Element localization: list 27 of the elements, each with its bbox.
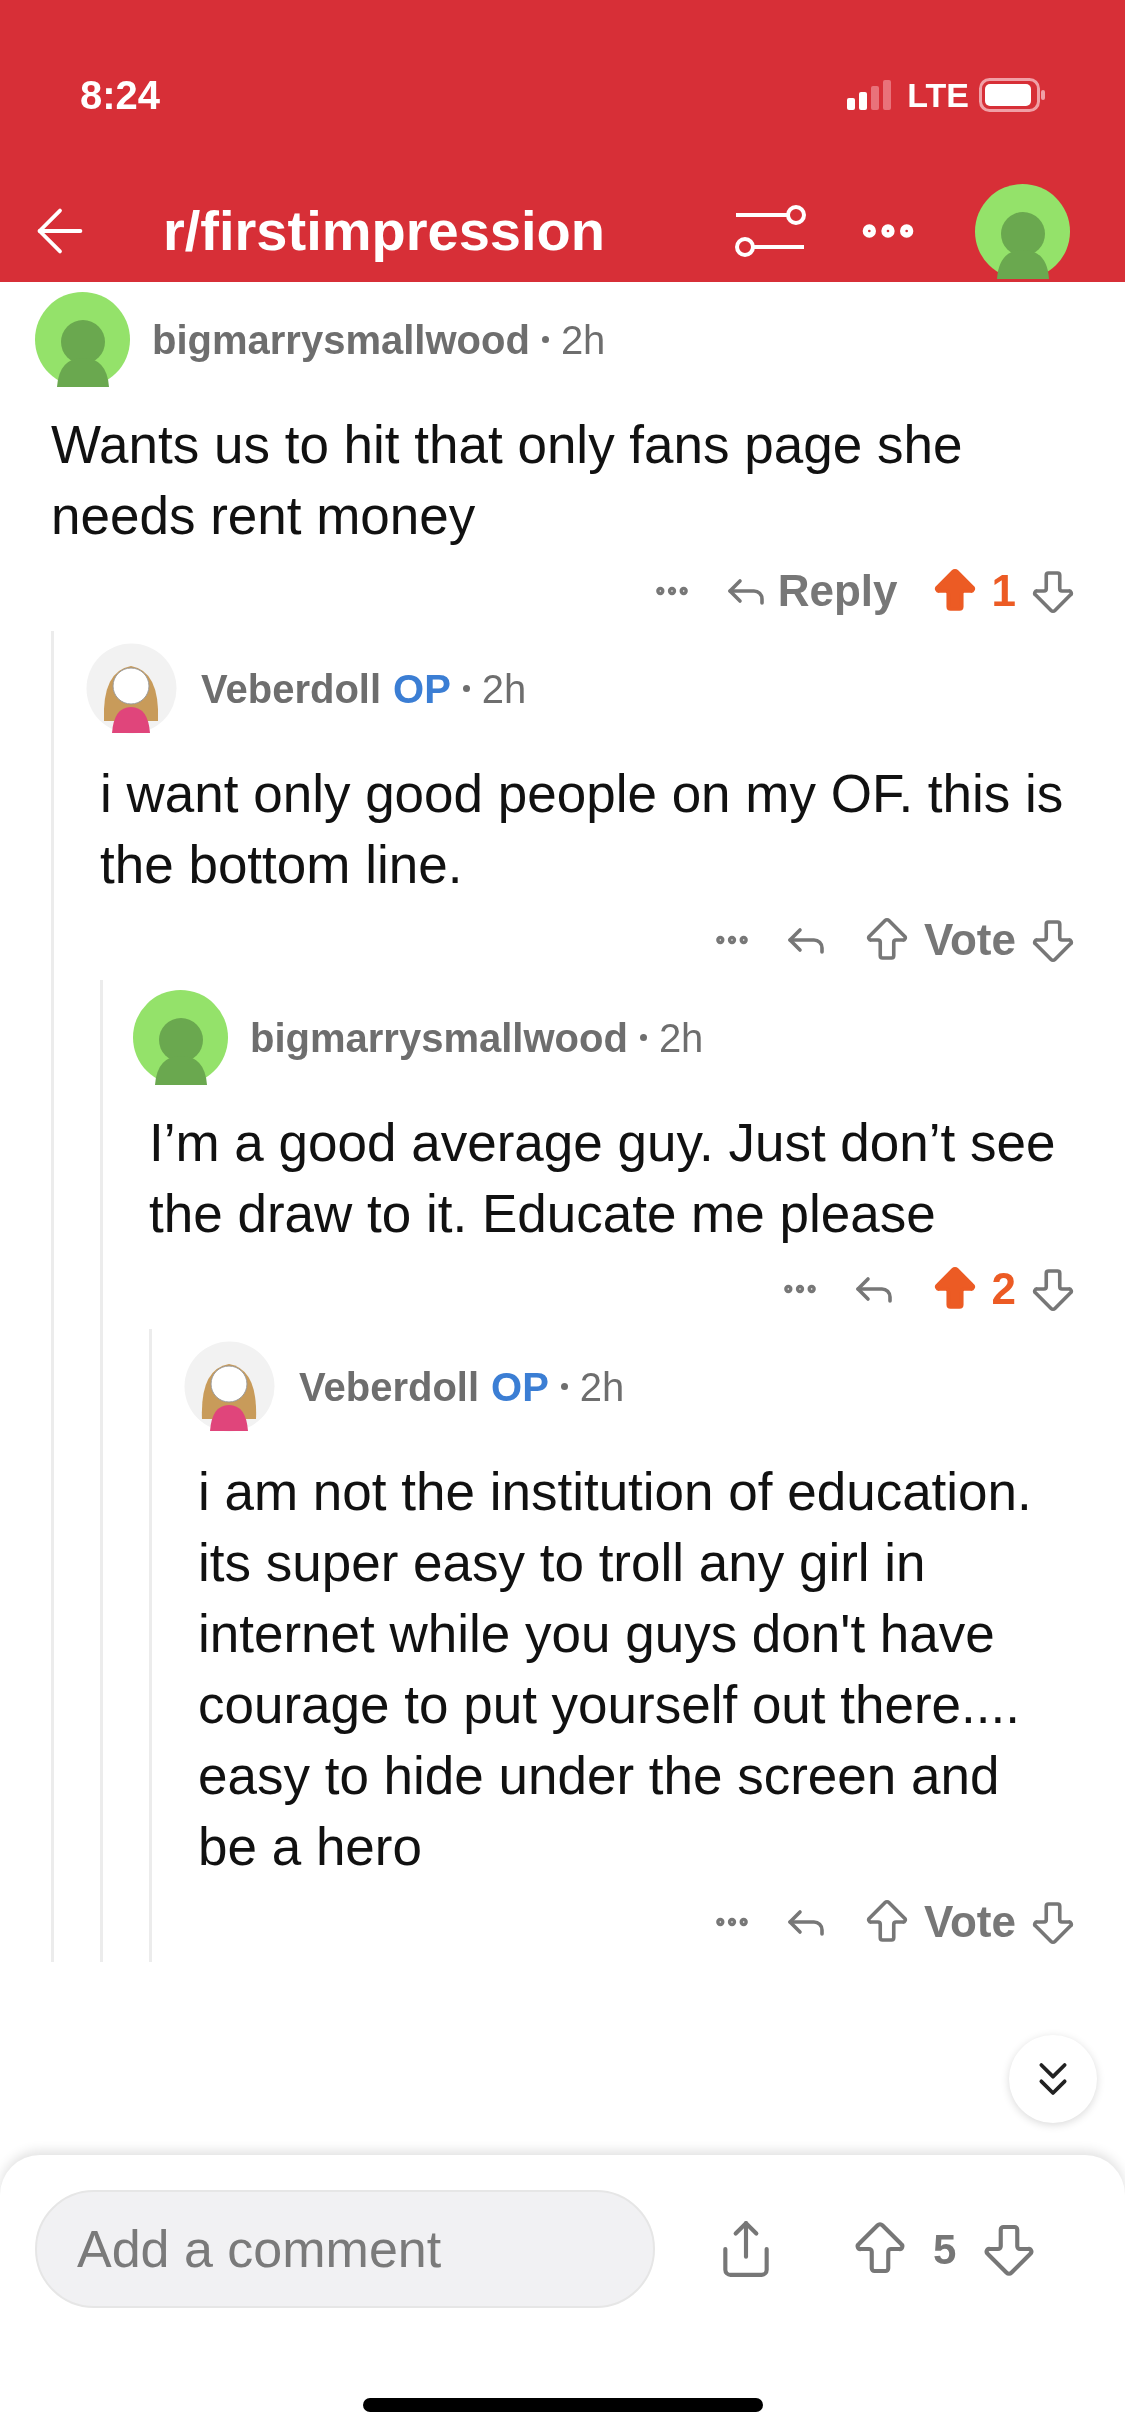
- username[interactable]: bigmarrysmallwood: [250, 1007, 628, 1068]
- avatar-icon: [975, 183, 1070, 279]
- comment-field[interactable]: Add a comment: [35, 2190, 655, 2308]
- comment-time: 2h: [560, 316, 606, 364]
- comment-text: Wants us to hit that only fans page she needs rent money: [50, 414, 964, 547]
- vote-score: Vote: [923, 914, 1016, 966]
- battery-icon: [979, 78, 1045, 112]
- vote-score: Vote: [923, 1896, 1016, 1948]
- op-label: OP: [393, 665, 451, 713]
- status-time: 8:24: [80, 72, 161, 119]
- subreddit-title: r/firstimpression: [163, 198, 605, 264]
- username[interactable]: bigmarrysmallwood: [152, 309, 530, 370]
- scroll-down-button[interactable]: [1009, 2035, 1097, 2123]
- comment-time: 2h: [481, 665, 527, 713]
- username[interactable]: Veberdoll: [299, 1356, 480, 1417]
- op-label: OP: [491, 1363, 549, 1411]
- reply-button[interactable]: Reply: [721, 558, 898, 624]
- post-score: 5: [933, 2224, 957, 2275]
- vote-score: 1: [991, 565, 1016, 617]
- comment-text: I’m a good average guy. Just don’t see the draw to it. Educate me please: [148, 1112, 1057, 1245]
- username[interactable]: Veberdoll: [201, 658, 382, 719]
- vote-score: 2: [991, 1263, 1016, 1315]
- network-label: LTE: [907, 74, 969, 116]
- comment-time: 2h: [579, 1363, 625, 1411]
- comment-text: i am not the institution of education. its super easy to troll any girl in internet while you guys don't have courage to put yourself out there.... easy to hide under the screen and be a hero: [197, 1461, 1033, 1878]
- comment-time: 2h: [658, 1014, 704, 1062]
- comment-text: i want only good people on my OF. this is the bottom line.: [99, 763, 1065, 896]
